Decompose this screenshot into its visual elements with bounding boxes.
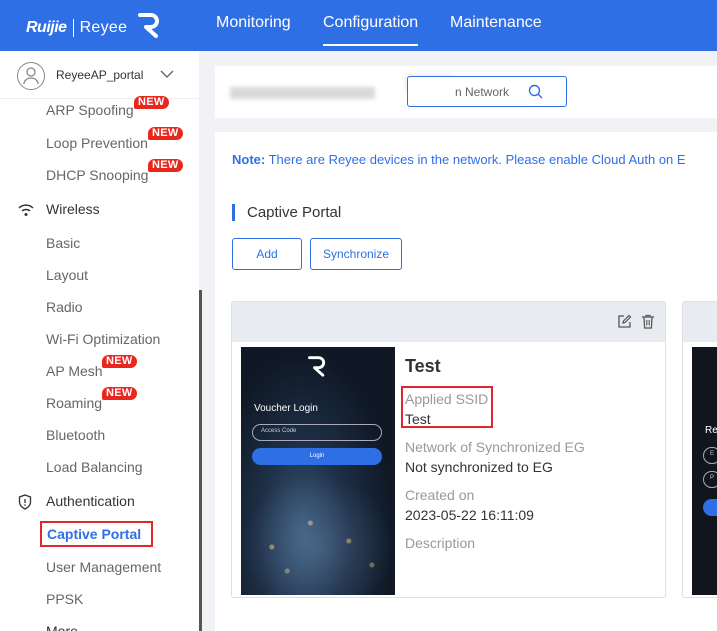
cloud-auth-note: Note: There are Reyee devices in the net… [232, 152, 717, 167]
chevron-down-icon[interactable] [160, 66, 174, 84]
sidebar-item-load-balancing[interactable]: Load Balancing [46, 459, 143, 475]
nav-maintenance[interactable]: Maintenance [450, 0, 542, 51]
reyee-mark-icon [307, 355, 327, 382]
sidebar-item-roaming[interactable]: Roaming [46, 395, 102, 411]
search-icon[interactable] [528, 84, 544, 105]
sidebar-item-bluetooth[interactable]: Bluetooth [46, 427, 105, 443]
wifi-icon [18, 203, 34, 222]
portal-card: Voucher Login Access Code Login Test App… [231, 301, 666, 598]
preview-access-code-field: Access Code [252, 424, 382, 441]
portal-card-partial: Re E P [682, 301, 717, 598]
sidebar-item-loop-prevention[interactable]: Loop Prevention [46, 135, 148, 151]
user-selector[interactable]: ReyeeAP_portal [0, 51, 199, 99]
note-label: Note: [232, 152, 266, 167]
new-badge: NEW [148, 159, 183, 172]
reyee-logo-text: Reyee [79, 18, 128, 36]
reyee-mark-icon [137, 12, 161, 43]
sidebar-item-arp-spoofing[interactable]: ARP Spoofing [46, 102, 134, 118]
sidebar-group-more[interactable]: More [46, 623, 78, 631]
new-badge: NEW [102, 355, 137, 368]
new-badge: NEW [148, 127, 183, 140]
sidebar-item-ap-mesh[interactable]: AP Mesh [46, 363, 103, 379]
nav-configuration[interactable]: Configuration [323, 0, 419, 51]
logo-divider [72, 18, 74, 37]
add-button[interactable]: Add [232, 238, 302, 270]
brand-logo: Ruijie Reyee [26, 12, 161, 43]
portal-card-header [683, 302, 717, 342]
portal-preview-image[interactable]: Re E P [692, 347, 717, 595]
top-bar: Ruijie Reyee Monitoring Configuration Ma… [0, 0, 717, 51]
created-on-label: Created on [405, 487, 475, 503]
avatar-icon [17, 62, 45, 90]
sidebar-group-wireless[interactable]: Wireless [46, 201, 100, 217]
sidebar-group-authentication[interactable]: Authentication [46, 493, 135, 509]
portal-card-header [232, 302, 665, 342]
new-badge: NEW [102, 387, 137, 400]
ruijie-logo-text: Ruijie [26, 18, 67, 36]
shield-icon [18, 494, 32, 515]
sidebar-item-user-management[interactable]: User Management [46, 559, 161, 575]
edit-icon[interactable] [617, 314, 632, 334]
redacted-network-name [230, 87, 375, 99]
section-title: Captive Portal [247, 204, 342, 221]
preview-button-partial [703, 499, 717, 516]
preview-title-partial: Re [705, 425, 717, 436]
preview-field-partial: E [703, 447, 717, 464]
preview-login-button: Login [252, 448, 382, 465]
section-accent-bar [232, 204, 235, 221]
sidebar-item-layout[interactable]: Layout [46, 267, 88, 283]
sidebar-item-radio[interactable]: Radio [46, 299, 83, 315]
preview-background [241, 475, 395, 595]
created-on-value: 2023-05-22 16:11:09 [405, 507, 534, 523]
search-input-text: n Network [455, 85, 510, 99]
sidebar-item-basic[interactable]: Basic [46, 235, 80, 251]
sidebar-item-ppsk[interactable]: PPSK [46, 591, 83, 607]
network-eg-label: Network of Synchronized EG [405, 439, 585, 455]
sidebar-item-wifi-optimization[interactable]: Wi-Fi Optimization [46, 331, 160, 347]
note-text: There are Reyee devices in the network. … [265, 152, 686, 167]
user-name: ReyeeAP_portal [56, 68, 144, 82]
description-label: Description [405, 535, 476, 551]
active-tab-indicator [323, 44, 419, 46]
sidebar-item-captive-portal[interactable]: Captive Portal [40, 521, 153, 547]
applied-ssid-value: Test [405, 411, 431, 427]
preview-field-partial: P [703, 471, 717, 488]
sidebar-scrollbar[interactable] [199, 290, 202, 631]
nav-monitoring[interactable]: Monitoring [216, 0, 291, 51]
portal-name: Test [405, 356, 441, 376]
sidebar: ReyeeAP_portal ARP Spoofing NEW Loop Pre… [0, 51, 199, 631]
network-eg-value: Not synchronized to EG [405, 459, 553, 475]
synchronize-button[interactable]: Synchronize [310, 238, 402, 270]
applied-ssid-label: Applied SSID [405, 391, 489, 407]
sidebar-item-dhcp-snooping[interactable]: DHCP Snooping [46, 167, 148, 183]
network-search-input[interactable]: n Network [407, 76, 567, 107]
new-badge: NEW [134, 96, 169, 109]
portal-preview-image[interactable]: Voucher Login Access Code Login [241, 347, 395, 595]
preview-voucher-title: Voucher Login [254, 403, 318, 414]
delete-icon[interactable] [641, 314, 655, 334]
